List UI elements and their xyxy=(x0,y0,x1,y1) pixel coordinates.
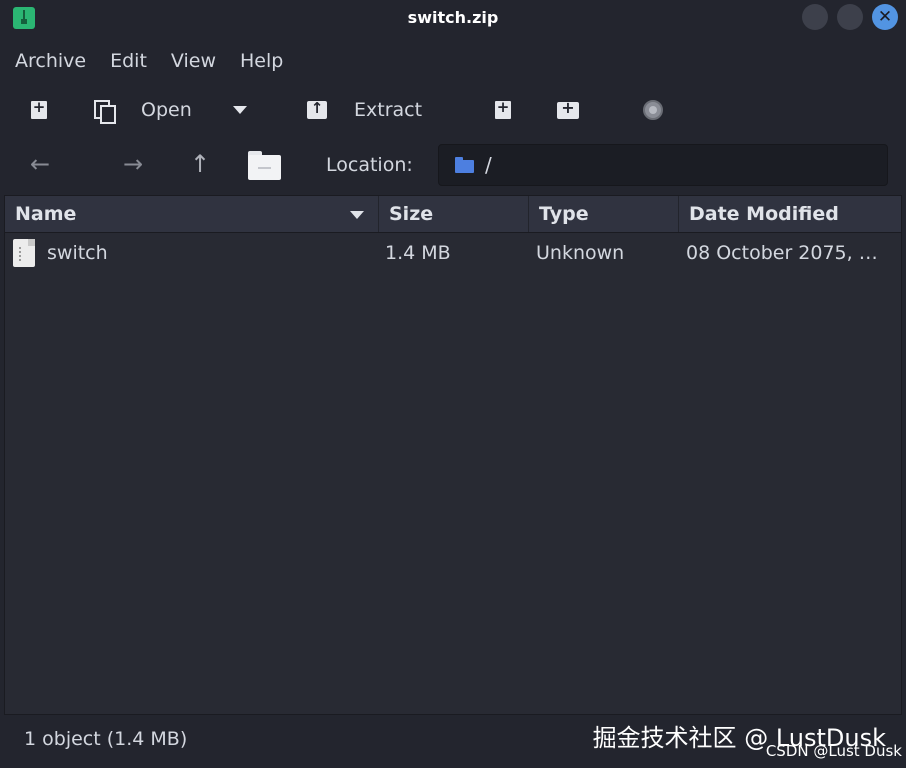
open-recent-dropdown[interactable] xyxy=(233,88,247,132)
toolbar: Open Extract xyxy=(0,88,906,132)
menu-edit[interactable]: Edit xyxy=(98,44,159,78)
file-name: switch xyxy=(47,242,108,264)
back-button[interactable]: ← xyxy=(30,150,50,178)
back-arrow-icon: ← xyxy=(30,150,51,178)
status-bar: 1 object (1.4 MB) 掘金技术社区 @ LustDusk CSDN… xyxy=(0,718,906,768)
close-button[interactable]: ✕ xyxy=(872,4,898,30)
file-date-modified: 08 October 2075, … xyxy=(686,242,878,264)
add-files-button[interactable] xyxy=(495,88,511,132)
column-header-type[interactable]: Type xyxy=(529,196,679,232)
home-folder-icon[interactable] xyxy=(248,151,281,180)
column-header-name[interactable]: Name xyxy=(5,196,379,232)
column-header-row: Name Size Type Date Modified xyxy=(5,196,901,233)
file-icon xyxy=(13,239,35,267)
location-path: / xyxy=(485,153,492,177)
folder-icon xyxy=(455,157,474,173)
forward-button[interactable]: → xyxy=(123,150,143,178)
menu-archive[interactable]: Archive xyxy=(0,44,98,78)
file-type: Unknown xyxy=(536,242,625,264)
menu-help[interactable]: Help xyxy=(228,44,295,78)
menu-view[interactable]: View xyxy=(159,44,228,78)
add-folder-icon xyxy=(557,98,579,119)
file-list: Name Size Type Date Modified switch 1.4 … xyxy=(4,195,902,715)
up-button[interactable]: ↑ xyxy=(190,150,210,178)
new-archive-button[interactable] xyxy=(31,88,47,132)
stop-button[interactable] xyxy=(643,88,663,132)
title-bar: switch.zip ✕ xyxy=(0,0,906,36)
column-header-size[interactable]: Size xyxy=(379,196,529,232)
location-label: Location: xyxy=(326,154,413,176)
minimize-button[interactable] xyxy=(802,4,828,30)
maximize-button[interactable] xyxy=(837,4,863,30)
column-header-date-modified[interactable]: Date Modified xyxy=(679,196,901,232)
extract-icon xyxy=(307,99,327,119)
chevron-down-icon xyxy=(233,106,247,114)
up-arrow-icon: ↑ xyxy=(190,150,211,178)
menu-bar: Archive Edit View Help xyxy=(0,44,906,78)
extract-button[interactable]: Extract xyxy=(307,88,422,132)
table-row[interactable]: switch 1.4 MB Unknown 08 October 2075, … xyxy=(5,233,901,273)
stop-icon xyxy=(643,100,663,120)
file-size: 1.4 MB xyxy=(385,242,451,264)
add-folder-button[interactable] xyxy=(557,88,579,132)
column-header-name-label: Name xyxy=(15,203,77,225)
sort-descending-icon xyxy=(350,211,364,219)
location-bar: ← → ↑ Location: / xyxy=(0,144,906,188)
open-label: Open xyxy=(141,99,192,121)
status-text: 1 object (1.4 MB) xyxy=(24,728,188,750)
open-archive-icon xyxy=(94,100,116,124)
forward-arrow-icon: → xyxy=(123,150,144,178)
location-field[interactable]: / xyxy=(438,144,888,186)
add-files-icon xyxy=(495,98,511,119)
close-icon: ✕ xyxy=(877,7,893,27)
new-archive-icon xyxy=(31,98,47,119)
extract-label: Extract xyxy=(354,99,423,121)
window-title: switch.zip xyxy=(407,8,499,27)
open-button[interactable]: Open xyxy=(94,88,192,132)
watermark-csdn: CSDN @Lust Dusk xyxy=(765,742,902,760)
